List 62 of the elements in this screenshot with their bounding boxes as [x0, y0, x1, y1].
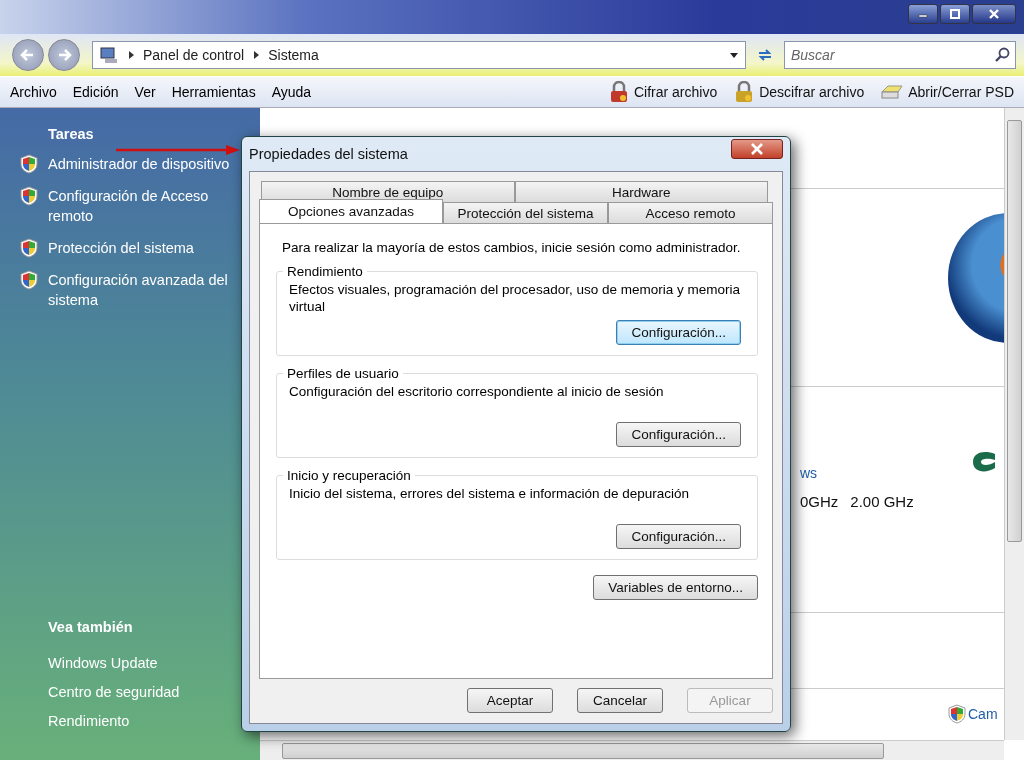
processor-speed: 2.00 GHz	[850, 493, 914, 510]
minimize-button[interactable]	[908, 4, 938, 24]
processor-speed: 0GHz	[800, 493, 839, 510]
toolbar-button[interactable]: Abrir/Cerrar PSD	[880, 83, 1014, 101]
shield-icon	[20, 154, 38, 174]
section-heading: Tareas	[48, 126, 95, 142]
address-bar[interactable]: Panel de control Sistema	[92, 41, 746, 69]
dialog-title: Propiedades del sistema	[249, 146, 408, 162]
chevron-icon	[252, 50, 261, 60]
forward-button[interactable]	[48, 39, 80, 71]
settings-button[interactable]: Configuración...	[616, 524, 741, 549]
shield-icon	[948, 704, 966, 724]
breadcrumb-item[interactable]: Panel de control	[143, 47, 245, 63]
group-title: Inicio y recuperación	[286, 468, 412, 483]
close-button[interactable]	[731, 139, 783, 159]
link-fragment[interactable]: ws	[800, 465, 1004, 481]
settings-button[interactable]: Configuración...	[616, 320, 741, 345]
task-link[interactable]: Protección del sistema	[48, 238, 194, 258]
menu-item[interactable]: Ver	[134, 84, 156, 100]
group-title: Perfiles de usuario	[286, 366, 400, 381]
close-button[interactable]	[972, 4, 1016, 24]
menu-item[interactable]: Ayuda	[271, 84, 312, 100]
group-title: Rendimiento	[286, 264, 364, 279]
dropdown-icon[interactable]	[729, 51, 739, 59]
dialog-button[interactable]: Aceptar	[467, 688, 553, 713]
horizontal-scrollbar[interactable]	[260, 740, 1004, 760]
group-description: Configuración del escritorio correspondiente al inicio de sesión	[289, 383, 665, 401]
task-link[interactable]: Configuración avanzada del sistema	[48, 270, 240, 310]
tab[interactable]: Hardware	[514, 181, 768, 202]
maximize-button[interactable]	[940, 4, 970, 24]
breadcrumb-item[interactable]: Sistema	[268, 47, 319, 63]
environment-variables-button[interactable]: Variables de entorno...	[593, 575, 758, 600]
task-link[interactable]: Configuración de Acceso remoto	[48, 186, 240, 226]
drive-icon	[880, 83, 905, 101]
shield-icon	[20, 270, 38, 290]
toolbar-button[interactable]: Cifrar archivo	[607, 81, 718, 103]
tab[interactable]: Protección del sistema	[443, 202, 608, 223]
menu-item[interactable]: Edición	[72, 84, 119, 100]
back-button[interactable]	[12, 39, 44, 71]
shield-icon	[20, 238, 38, 258]
section-heading: Vea también	[48, 619, 134, 635]
computer-icon	[99, 46, 119, 64]
toolbar-button[interactable]: Descifrar archivo	[733, 81, 865, 103]
chevron-icon	[127, 50, 135, 60]
search-icon[interactable]	[994, 47, 1010, 63]
maximize-icon	[949, 9, 961, 19]
tab[interactable]: Acceso remoto	[608, 202, 773, 223]
menu-item[interactable]: Archivo	[10, 84, 57, 100]
settings-button[interactable]: Configuración...	[616, 422, 741, 447]
notice-text: Para realizar la mayoría de estos cambios, inicie sesión como administrador.	[282, 240, 742, 255]
change-settings-link[interactable]: Cam	[968, 706, 998, 722]
task-link[interactable]: Administrador de dispositivo	[48, 154, 230, 174]
group-description: Efectos visuales, programación del procesador, uso de memoria y memoria virtual	[289, 281, 741, 316]
tab[interactable]: Opciones avanzadas	[259, 199, 443, 223]
group-description: Inicio del sistema, errores del sistema e información de depuración	[289, 485, 690, 503]
search-field[interactable]: Buscar	[784, 41, 1016, 69]
shield-icon	[20, 186, 38, 206]
menu-item[interactable]: Herramientas	[171, 84, 256, 100]
close-icon	[988, 9, 1000, 19]
dialog-button[interactable]: Cancelar	[577, 688, 663, 713]
close-icon	[750, 143, 764, 155]
vertical-scrollbar[interactable]	[1004, 108, 1024, 740]
